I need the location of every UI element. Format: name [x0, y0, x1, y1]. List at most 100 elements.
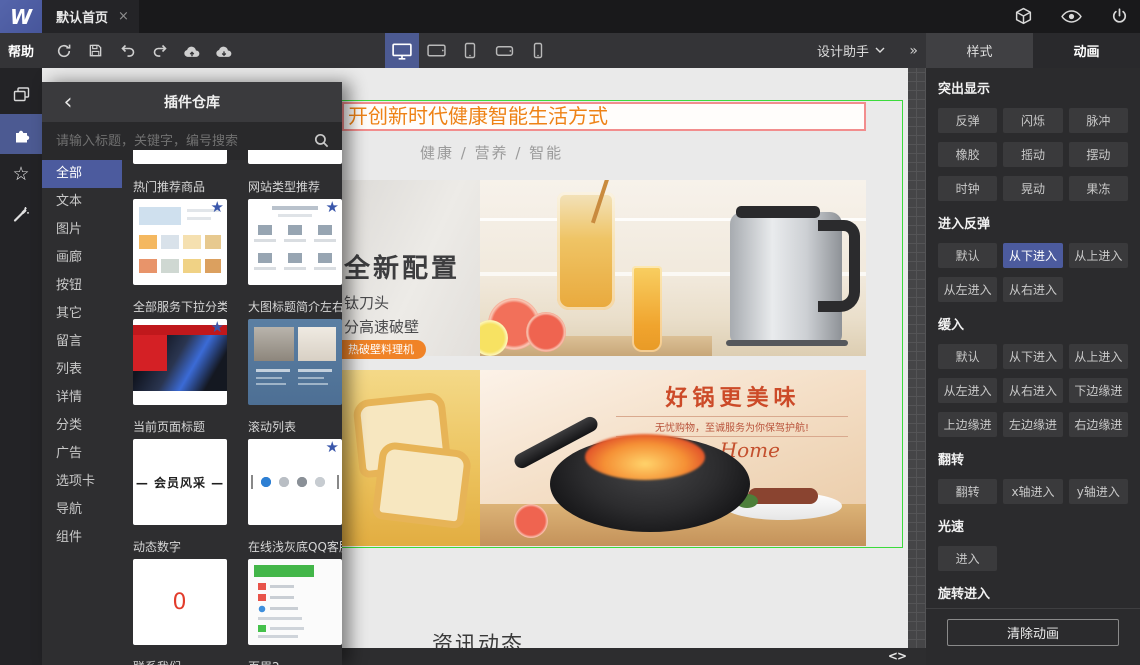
- pages-icon[interactable]: [0, 74, 42, 114]
- favorites-star-icon[interactable]: ☆: [0, 154, 42, 194]
- animation-option-button[interactable]: 下边缘进: [1068, 378, 1128, 403]
- plugin-thumbnail[interactable]: ★: [133, 319, 227, 405]
- close-tab-icon[interactable]: ×: [118, 9, 129, 24]
- device-desktop-icon[interactable]: [385, 33, 419, 68]
- animation-option-button[interactable]: 从左进入: [938, 277, 998, 302]
- page-subtitle[interactable]: 健康 / 营养 / 智能: [420, 142, 563, 163]
- plugin-thumbnail-partial[interactable]: [248, 150, 342, 164]
- animation-option-button[interactable]: 默认: [938, 344, 998, 369]
- animation-option-button[interactable]: 左边缘进: [1003, 412, 1063, 437]
- news-section-heading[interactable]: 资讯动态: [432, 628, 524, 648]
- category-item[interactable]: 全部: [42, 160, 122, 188]
- animation-option-button[interactable]: 晃动: [1003, 176, 1063, 201]
- animation-option-button[interactable]: 脉冲: [1068, 108, 1128, 133]
- animation-option-button[interactable]: 反弹: [938, 108, 998, 133]
- undo-icon[interactable]: [116, 38, 139, 64]
- search-icon[interactable]: [314, 133, 329, 148]
- cloud-upload-icon[interactable]: [180, 38, 203, 64]
- plugin-thumbnail[interactable]: [248, 319, 342, 405]
- star-badge-icon[interactable]: ★: [326, 199, 339, 216]
- help-button[interactable]: 帮助: [0, 33, 42, 68]
- design-assistant-button[interactable]: 设计助手: [817, 33, 885, 68]
- animation-option-button[interactable]: 果冻: [1068, 176, 1128, 201]
- animation-option-button[interactable]: 时钟: [938, 176, 998, 201]
- animation-option-button[interactable]: 从下进入: [1003, 344, 1063, 369]
- animation-option-button[interactable]: 翻转: [938, 479, 998, 504]
- tab-animation[interactable]: 动画: [1033, 33, 1140, 68]
- animation-option-button[interactable]: 从右进入: [1003, 277, 1063, 302]
- cloud-download-icon[interactable]: [212, 38, 235, 64]
- animation-option-button[interactable]: 从上进入: [1068, 344, 1128, 369]
- star-badge-icon[interactable]: ★: [211, 199, 224, 216]
- back-chevron-icon[interactable]: ‹: [56, 82, 80, 122]
- category-item[interactable]: 组件: [42, 524, 122, 552]
- category-item[interactable]: 详情: [42, 384, 122, 412]
- plugin-item[interactable]: 在线浅灰底QQ客服: [248, 540, 342, 645]
- plugins-puzzle-icon[interactable]: [0, 114, 42, 154]
- animation-option-button[interactable]: x轴进入: [1003, 479, 1063, 504]
- kettle-banner-image[interactable]: [480, 180, 866, 356]
- category-item[interactable]: 选项卡: [42, 468, 122, 496]
- selected-title-widget[interactable]: 开创新时代健康智能生活方式: [342, 102, 866, 131]
- plugin-thumbnail[interactable]: [248, 559, 342, 645]
- plugin-thumbnail[interactable]: 0: [133, 559, 227, 645]
- device-phone-landscape-icon[interactable]: [487, 33, 521, 68]
- plugin-item[interactable]: 当前页面标题 — 会员风采 —: [133, 420, 227, 525]
- plugin-thumbnail[interactable]: ★: [248, 439, 342, 525]
- animation-option-button[interactable]: 从下进入: [1003, 243, 1063, 268]
- star-badge-icon[interactable]: ★: [326, 439, 339, 456]
- clear-animation-button[interactable]: 清除动画: [947, 619, 1119, 646]
- tab-style[interactable]: 样式: [926, 33, 1033, 68]
- toolbar-more-button[interactable]: »: [909, 33, 918, 68]
- device-tablet-portrait-icon[interactable]: [453, 33, 487, 68]
- page-tab[interactable]: 默认首页 ×: [42, 0, 139, 33]
- code-view-icon[interactable]: <>: [888, 649, 907, 663]
- category-item[interactable]: 按钮: [42, 272, 122, 300]
- animation-option-button[interactable]: 上边缘进: [938, 412, 998, 437]
- toast-image[interactable]: [342, 370, 480, 546]
- animation-option-button[interactable]: y轴进入: [1068, 479, 1128, 504]
- save-icon[interactable]: [84, 38, 107, 64]
- category-item[interactable]: 广告: [42, 440, 122, 468]
- animation-option-button[interactable]: 摇动: [1003, 142, 1063, 167]
- plugin-item[interactable]: 大图标题简介左右切...: [248, 300, 342, 405]
- plugin-thumbnail[interactable]: ★: [248, 199, 342, 285]
- category-item[interactable]: 分类: [42, 412, 122, 440]
- animation-option-button[interactable]: 闪烁: [1003, 108, 1063, 133]
- animation-option-button[interactable]: 进入: [938, 546, 998, 571]
- device-tablet-landscape-icon[interactable]: [419, 33, 453, 68]
- category-item[interactable]: 留言: [42, 328, 122, 356]
- animation-option-button[interactable]: 橡胶: [938, 142, 998, 167]
- plugin-item[interactable]: 热门推荐商品 ★: [133, 180, 227, 285]
- category-item[interactable]: 导航: [42, 496, 122, 524]
- tools-wand-icon[interactable]: [0, 194, 42, 234]
- category-item[interactable]: 其它: [42, 300, 122, 328]
- power-icon[interactable]: [1108, 6, 1130, 28]
- plugin-thumbnail[interactable]: — 会员风采 —: [133, 439, 227, 525]
- device-phone-portrait-icon[interactable]: [521, 33, 555, 68]
- star-badge-icon[interactable]: ★: [211, 319, 224, 336]
- plugin-item[interactable]: 网站类型推荐 ★: [248, 180, 342, 285]
- banner-text-block[interactable]: 全新配置 钛刀头 分高速破壁 热破壁料理机: [342, 180, 480, 359]
- components-cube-icon[interactable]: [1012, 6, 1034, 28]
- category-item[interactable]: 文本: [42, 188, 122, 216]
- plugin-thumbnail[interactable]: ★: [133, 199, 227, 285]
- plugin-item[interactable]: 全部服务下拉分类带... ★: [133, 300, 227, 405]
- plugin-item[interactable]: 联系我们: [133, 660, 227, 665]
- animation-option-button[interactable]: 从上进入: [1068, 243, 1128, 268]
- plugin-item[interactable]: 滚动列表 ★: [248, 420, 342, 525]
- category-item[interactable]: 列表: [42, 356, 122, 384]
- banner-cta-button[interactable]: 热破壁料理机: [342, 340, 426, 359]
- animation-option-button[interactable]: 从左进入: [938, 378, 998, 403]
- plugin-item[interactable]: 页眉2: [248, 660, 342, 665]
- preview-eye-icon[interactable]: [1060, 6, 1082, 28]
- animation-option-button[interactable]: 摆动: [1068, 142, 1128, 167]
- refresh-icon[interactable]: [52, 38, 75, 64]
- animation-option-button[interactable]: 从右进入: [1003, 378, 1063, 403]
- app-logo[interactable]: W: [0, 0, 42, 33]
- animation-option-button[interactable]: 默认: [938, 243, 998, 268]
- wok-banner-image[interactable]: 好锅更美味 无忧购物，至诚服务为你保驾护航! Warm Home: [480, 370, 866, 546]
- plugin-thumbnail-partial[interactable]: [133, 150, 227, 164]
- category-item[interactable]: 图片: [42, 216, 122, 244]
- category-item[interactable]: 画廊: [42, 244, 122, 272]
